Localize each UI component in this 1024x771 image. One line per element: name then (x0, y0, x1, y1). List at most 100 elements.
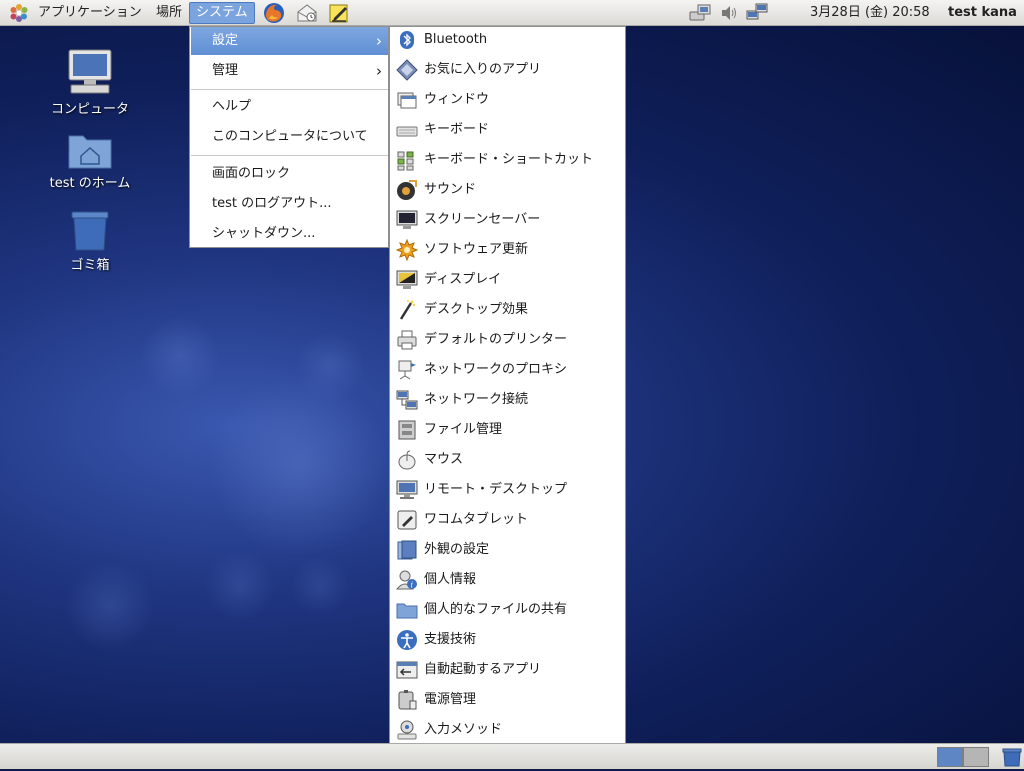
settings-item-screensaver[interactable]: スクリーンセーバー (391, 207, 624, 237)
window-icon (396, 89, 418, 111)
software-update-icon (395, 238, 419, 262)
settings-submenu: Bluetooth お気に入りのアプリ ウィンドウ キーボード キーボード・ショ… (389, 26, 626, 744)
network-connections-icon (396, 389, 418, 411)
gnome-foot-icon[interactable] (9, 3, 29, 23)
settings-item-file-management[interactable]: ファイル管理 (391, 417, 624, 447)
settings-item-remote-desktop[interactable]: リモート・デスクトップ (391, 477, 624, 507)
system-menu[interactable]: システム (189, 2, 255, 24)
screensaver-icon (396, 209, 418, 231)
menu-item-label: 画面のロック (212, 166, 291, 181)
accessibility-icon (396, 629, 418, 651)
settings-item-label: ネットワーク接続 (424, 392, 529, 407)
chevron-right-icon: › (376, 32, 382, 50)
network-status-icon[interactable] (746, 3, 770, 27)
keyboard-icon (396, 119, 418, 141)
settings-item-label: スクリーンセーバー (424, 212, 541, 227)
desktop-icon-label: ゴミ箱 (70, 258, 110, 273)
menu-item-label: ヘルプ (212, 99, 252, 114)
panel-clock[interactable]: 3月28日 (金) 20:58 (810, 0, 930, 26)
settings-item-appearance[interactable]: 外観の設定 (391, 537, 624, 567)
settings-item-accessibility[interactable]: 支援技術 (391, 627, 624, 657)
file-management-icon (396, 419, 418, 441)
mouse-icon (396, 449, 418, 471)
trash-applet-icon[interactable] (1002, 748, 1022, 771)
text-editor-icon[interactable] (328, 2, 350, 24)
settings-item-startup-apps[interactable]: 自動起動するアプリ (391, 657, 624, 687)
settings-item-window[interactable]: ウィンドウ (391, 87, 624, 117)
personal-info-icon: i (395, 569, 418, 591)
home-folder-icon (68, 135, 112, 169)
network-keyboard-icon[interactable] (689, 3, 713, 27)
firefox-icon[interactable] (263, 2, 285, 24)
settings-item-label: ネットワークのプロキシ (424, 362, 568, 377)
settings-item-desktop-effects[interactable]: デスクトップ効果 (391, 297, 624, 327)
settings-item-label: 電源管理 (424, 692, 477, 707)
settings-item-bluetooth[interactable]: Bluetooth (391, 27, 624, 57)
sound-icon (396, 179, 418, 201)
settings-item-sound[interactable]: サウンド (391, 177, 624, 207)
settings-item-network-connections[interactable]: ネットワーク接続 (391, 387, 624, 417)
desktop-icon-label: コンピュータ (50, 102, 129, 117)
settings-item-wacom-tablet[interactable]: ワコムタブレット (391, 507, 624, 537)
menu-item-lock-screen[interactable]: 画面のロック (191, 160, 388, 188)
settings-item-label: ディスプレイ (424, 272, 502, 287)
settings-item-label: マウス (424, 452, 464, 467)
system-menu-popup: 設定 › 管理 › ヘルプ このコンピュータについて 画面のロック test の… (189, 26, 389, 248)
settings-item-display[interactable]: ディスプレイ (391, 267, 624, 297)
places-menu[interactable]: 場所 (150, 2, 188, 24)
settings-item-label: リモート・デスクトップ (424, 482, 568, 497)
home-folder-desktop-icon[interactable]: test のホーム (35, 130, 145, 191)
settings-item-file-sharing[interactable]: 個人的なファイルの共有 (391, 597, 624, 627)
settings-item-label: 入力メソッド (424, 722, 503, 737)
menu-item-settings[interactable]: 設定 › (191, 27, 388, 55)
settings-item-mouse[interactable]: マウス (391, 447, 624, 477)
settings-item-label: お気に入りのアプリ (424, 62, 542, 77)
bottom-panel (0, 743, 1024, 769)
settings-item-label: 個人情報 (424, 572, 477, 587)
svg-text:i: i (411, 581, 414, 590)
settings-item-keyboard-shortcuts[interactable]: キーボード・ショートカット (391, 147, 624, 177)
settings-item-personal-info[interactable]: i 個人情報 (391, 567, 624, 597)
settings-item-label: ウィンドウ (424, 92, 490, 107)
settings-item-label: サウンド (424, 182, 477, 197)
favorite-apps-icon (396, 59, 418, 81)
settings-item-label: 外観の設定 (424, 542, 490, 557)
workspace-2[interactable] (963, 747, 989, 767)
user-name[interactable]: test kana (948, 0, 1017, 26)
settings-item-label: デフォルトのプリンター (424, 332, 568, 347)
menu-item-administration[interactable]: 管理 › (191, 57, 388, 85)
menu-item-logout[interactable]: test のログアウト... (191, 190, 388, 218)
workspace-1[interactable] (937, 747, 963, 767)
menu-separator (191, 155, 388, 156)
settings-item-keyboard[interactable]: キーボード (391, 117, 624, 147)
mail-client-icon[interactable] (296, 2, 318, 24)
menu-item-label: 設定 (212, 33, 239, 48)
applications-menu[interactable]: アプリケーション (32, 2, 148, 24)
power-management-icon (396, 689, 418, 711)
menu-separator (191, 89, 388, 90)
settings-item-label: 個人的なファイルの共有 (424, 602, 568, 617)
settings-item-label: ソフトウェア更新 (424, 242, 529, 257)
menu-item-about-computer[interactable]: このコンピュータについて (191, 123, 388, 151)
trash-icon (71, 211, 109, 251)
computer-icon (68, 49, 112, 94)
menu-item-help[interactable]: ヘルプ (191, 93, 388, 121)
volume-icon[interactable] (719, 3, 739, 27)
settings-item-label: ワコムタブレット (424, 512, 529, 527)
menu-item-label: シャットダウン... (212, 226, 316, 241)
printer-icon (396, 329, 418, 351)
appearance-icon (396, 539, 418, 561)
computer-desktop-icon[interactable]: コンピュータ (35, 46, 145, 117)
menu-item-label: test のログアウト... (212, 196, 332, 211)
menu-item-shutdown[interactable]: シャットダウン... (191, 220, 388, 248)
settings-item-favorite-apps[interactable]: お気に入りのアプリ (391, 57, 624, 87)
chevron-right-icon: › (376, 62, 382, 80)
top-panel: アプリケーション 場所 システム 3月28日 (金) 20:58 test ka… (0, 0, 1024, 26)
settings-item-software-update[interactable]: ソフトウェア更新 (391, 237, 624, 267)
input-method-icon (396, 719, 418, 741)
settings-item-network-proxy[interactable]: ネットワークのプロキシ (391, 357, 624, 387)
settings-item-default-printer[interactable]: デフォルトのプリンター (391, 327, 624, 357)
settings-item-power-management[interactable]: 電源管理 (391, 687, 624, 717)
trash-desktop-icon[interactable]: ゴミ箱 (35, 210, 145, 273)
bluetooth-icon (396, 29, 418, 51)
